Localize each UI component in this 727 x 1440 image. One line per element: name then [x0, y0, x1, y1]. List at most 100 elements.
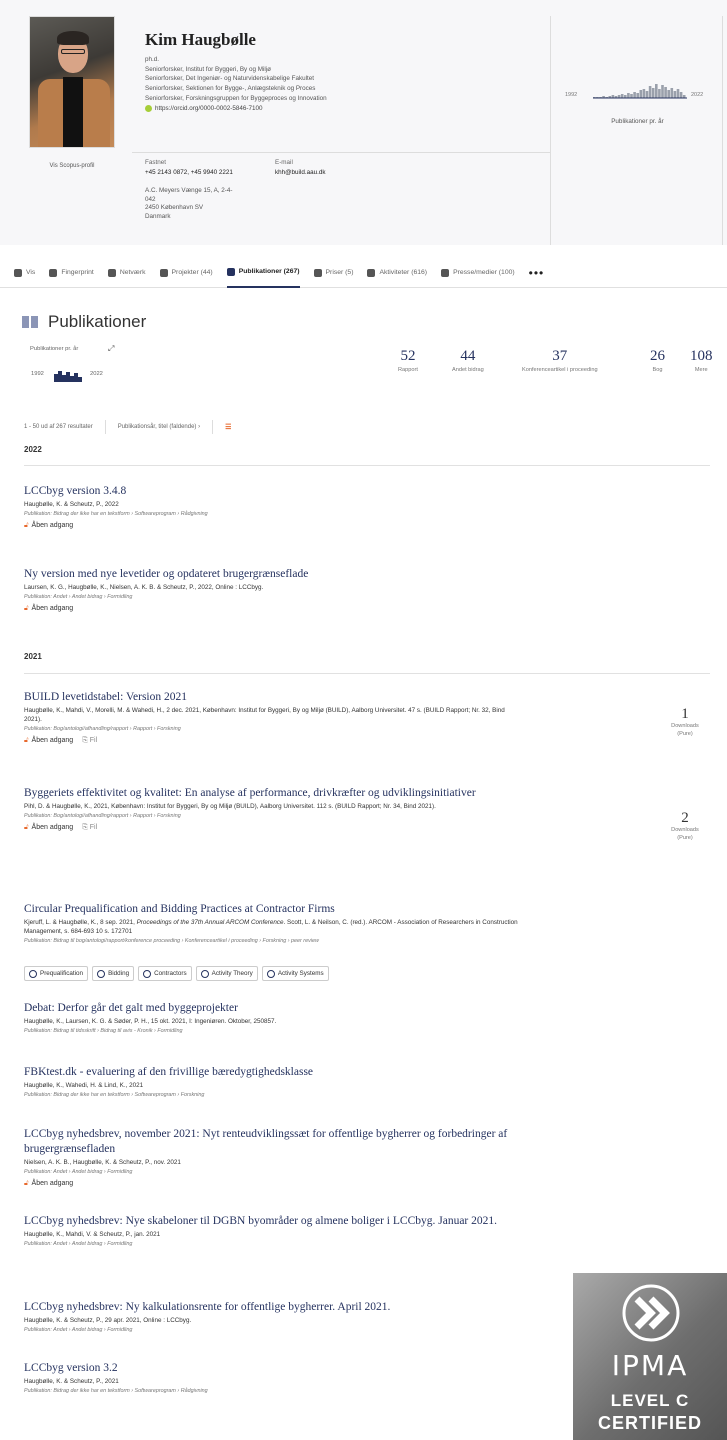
- downloads-label: Downloads: [671, 723, 699, 729]
- ipma-brand: IPMA: [611, 1349, 689, 1382]
- phone-label: Fastnet: [145, 159, 166, 166]
- divider: [132, 152, 550, 153]
- rss-icon[interactable]: ☰: [225, 423, 231, 431]
- publication-authors: Nielsen, A. K. B., Haugbølle, K. & Scheu…: [24, 1159, 181, 1166]
- fingerprint-tag[interactable]: Bidding: [92, 966, 135, 981]
- tab-presse[interactable]: Presse/medier (100): [441, 258, 515, 288]
- stat-count: 108: [690, 348, 713, 364]
- fingerprint-tags: Prequalification Bidding Contractors Act…: [24, 966, 329, 981]
- email-block: E-mail khh@build.aau.dk: [275, 158, 326, 177]
- publication-item: LCCbyg nyhedsbrev: Ny kalkulationsrente …: [24, 1300, 524, 1334]
- downloads-number: 1: [681, 706, 689, 722]
- tab-vis[interactable]: Vis: [14, 258, 35, 288]
- publication-authors: Kjeruff, L. & Haugbølle, K., 8 sep. 2021…: [24, 919, 518, 935]
- stat-count: 44: [460, 348, 476, 364]
- tab-label: Fingerprint: [61, 269, 94, 276]
- publication-title[interactable]: BUILD levetidstabel: Version 2021: [24, 690, 524, 705]
- trophy-icon: [313, 268, 322, 277]
- profile-photo: [29, 16, 115, 148]
- open-access-label: Åben adgang: [31, 605, 74, 613]
- tab-label: Projekter (44): [171, 269, 213, 276]
- publication-item: LCCbyg nyhedsbrev: Nye skabeloner til DG…: [24, 1214, 524, 1248]
- fingerprint-tag[interactable]: Activity Systems: [261, 966, 329, 981]
- publications-per-year-chart[interactable]: 1992 2022 Publikationer pr. år: [550, 16, 723, 245]
- publication-title[interactable]: Ny version med nye levetider og opdatere…: [24, 567, 524, 582]
- year-bar: [642, 89, 646, 98]
- year-bar: [648, 86, 652, 98]
- chart-end-label: 2022: [691, 92, 703, 98]
- projects-icon: [159, 268, 168, 277]
- ipma-certified: CERTIFIED: [597, 1413, 702, 1433]
- tab-aktiviteter[interactable]: Aktiviteter (616): [367, 258, 427, 288]
- publication-title[interactable]: LCCbyg version 3.2: [24, 1361, 524, 1376]
- stat-rapport[interactable]: 52 Rapport: [398, 348, 418, 373]
- publication-category: Publikation: Andet › Andet bidrag › Form…: [24, 1326, 133, 1333]
- profile-title-2[interactable]: Seniorforsker, Det Ingeniør- og Naturvid…: [145, 74, 327, 84]
- email-label: E-mail: [275, 159, 293, 166]
- divider: [24, 673, 710, 674]
- fingerprint-circle-icon: [29, 969, 37, 978]
- mini-chart-end: 2022: [90, 371, 103, 377]
- stat-konference[interactable]: 37 Konferenceartikel i proceeding: [522, 348, 598, 373]
- open-access-label: Åben adgang: [31, 824, 74, 832]
- stat-mere[interactable]: 108 Mere: [690, 348, 713, 373]
- publication-title[interactable]: LCCbyg nyhedsbrev, november 2021: Nyt re…: [24, 1127, 524, 1157]
- publication-item: Circular Prequalification and Bidding Pr…: [24, 902, 524, 945]
- year-bar: [636, 93, 639, 98]
- tab-fingerprint[interactable]: Fingerprint: [49, 258, 94, 288]
- open-lock-icon: 🔓︎: [24, 604, 29, 612]
- scopus-profile-link[interactable]: Vis Scopus-profil: [29, 163, 115, 169]
- open-lock-icon: 🔓︎: [24, 736, 29, 744]
- year-bar: [667, 90, 670, 98]
- book-icon: [22, 315, 38, 329]
- open-lock-icon: 🔓︎: [24, 823, 29, 831]
- stat-count: 37: [552, 348, 568, 364]
- chart-start-label: 1992: [565, 92, 577, 98]
- expand-icon[interactable]: ⤢: [108, 344, 114, 354]
- fingerprint-circle-icon: [200, 969, 209, 978]
- publication-title[interactable]: Byggeriets effektivitet og kvalitet: En …: [24, 786, 524, 801]
- fingerprint-tag[interactable]: Prequalification: [24, 966, 89, 981]
- publication-title[interactable]: LCCbyg nyhedsbrev: Ny kalkulationsrente …: [24, 1300, 524, 1315]
- profile-header: Vis Scopus-profil Kim Haugbølle ph.d. Se…: [0, 0, 727, 245]
- fingerprint-tag[interactable]: Activity Theory: [195, 966, 258, 981]
- publication-title[interactable]: Circular Prequalification and Bidding Pr…: [24, 902, 524, 917]
- open-access-badge: 🔓︎ Åben adgang ⎘ Fil: [24, 824, 524, 832]
- tab-publikationer[interactable]: Publikationer (267): [226, 258, 300, 288]
- publication-title[interactable]: FBKtest.dk - evaluering af den frivillig…: [24, 1065, 524, 1080]
- tab-netvaerk[interactable]: Netværk: [107, 258, 146, 288]
- profile-title-1[interactable]: Seniorforsker, Institut for Byggeri, By …: [145, 65, 327, 75]
- sort-dropdown[interactable]: Publikationsår, titel (faldende) ›: [118, 424, 200, 430]
- downloads-source: (Pure): [677, 730, 693, 737]
- phone-block: Fastnet +45 2143 0872, +45 9940 2221: [145, 158, 233, 177]
- publication-title[interactable]: LCCbyg nyhedsbrev: Nye skabeloner til DG…: [24, 1214, 524, 1229]
- year-bar: [639, 90, 643, 98]
- year-bar: [651, 88, 655, 98]
- stat-bog[interactable]: 26 Bog: [650, 348, 665, 373]
- orcid-link[interactable]: https://orcid.org/0000-0002-5846-7100: [145, 104, 327, 114]
- fingerprint-tag[interactable]: Contractors: [138, 966, 192, 981]
- file-link[interactable]: ⎘ Fil: [82, 737, 97, 745]
- tab-projekter[interactable]: Projekter (44): [159, 258, 213, 288]
- open-access-label: Åben adgang: [31, 522, 74, 530]
- file-link[interactable]: ⎘ Fil: [82, 824, 97, 832]
- publication-authors: Haugbølle, K. & Scheutz, P., 2021: [24, 1378, 119, 1385]
- tab-label: Netværk: [119, 269, 146, 276]
- tab-more[interactable]: •••: [529, 258, 545, 288]
- tab-priser[interactable]: Priser (5): [313, 258, 353, 288]
- year-bar: [645, 91, 649, 98]
- profile-title-4[interactable]: Seniorforsker, Forskningsgruppen for Byg…: [145, 94, 327, 104]
- publication-title[interactable]: Debat: Derfor går det galt med byggeproj…: [24, 1001, 524, 1016]
- email-value[interactable]: khh@build.aau.dk: [275, 168, 326, 178]
- year-bar: [658, 89, 661, 98]
- stat-andet[interactable]: 44 Andet bidrag: [452, 348, 484, 373]
- orcid-url[interactable]: https://orcid.org/0000-0002-5846-7100: [155, 104, 262, 114]
- publication-authors: Laursen, K. G., Haugbølle, K., Nielsen, …: [24, 584, 264, 591]
- open-access-badge: 🔓︎ Åben adgang: [24, 1180, 524, 1188]
- publication-title[interactable]: LCCbyg version 3.4.8: [24, 484, 524, 499]
- fingerprint-circle-icon: [97, 969, 106, 978]
- person-icon: [14, 268, 22, 277]
- year-bar: [633, 92, 636, 98]
- profile-title-3[interactable]: Seniorforsker, Sektionen for Bygge-, Anl…: [145, 84, 327, 94]
- file-label: Fil: [89, 823, 98, 831]
